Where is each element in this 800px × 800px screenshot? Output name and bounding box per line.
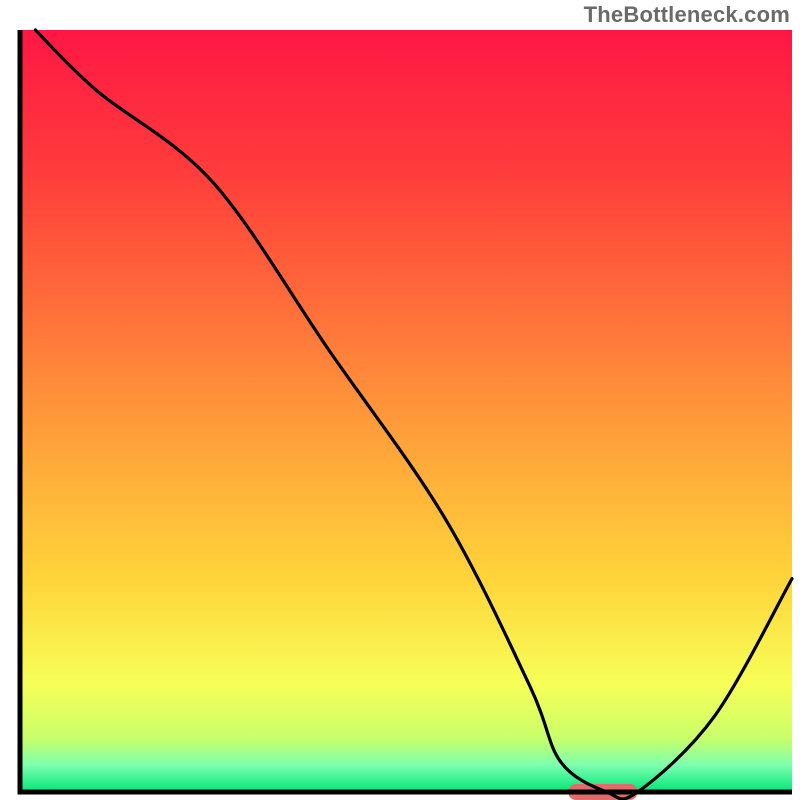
plot-background (20, 30, 792, 792)
bottleneck-chart (0, 0, 800, 800)
chart-container: TheBottleneck.com (0, 0, 800, 800)
watermark-text: TheBottleneck.com (584, 2, 790, 28)
